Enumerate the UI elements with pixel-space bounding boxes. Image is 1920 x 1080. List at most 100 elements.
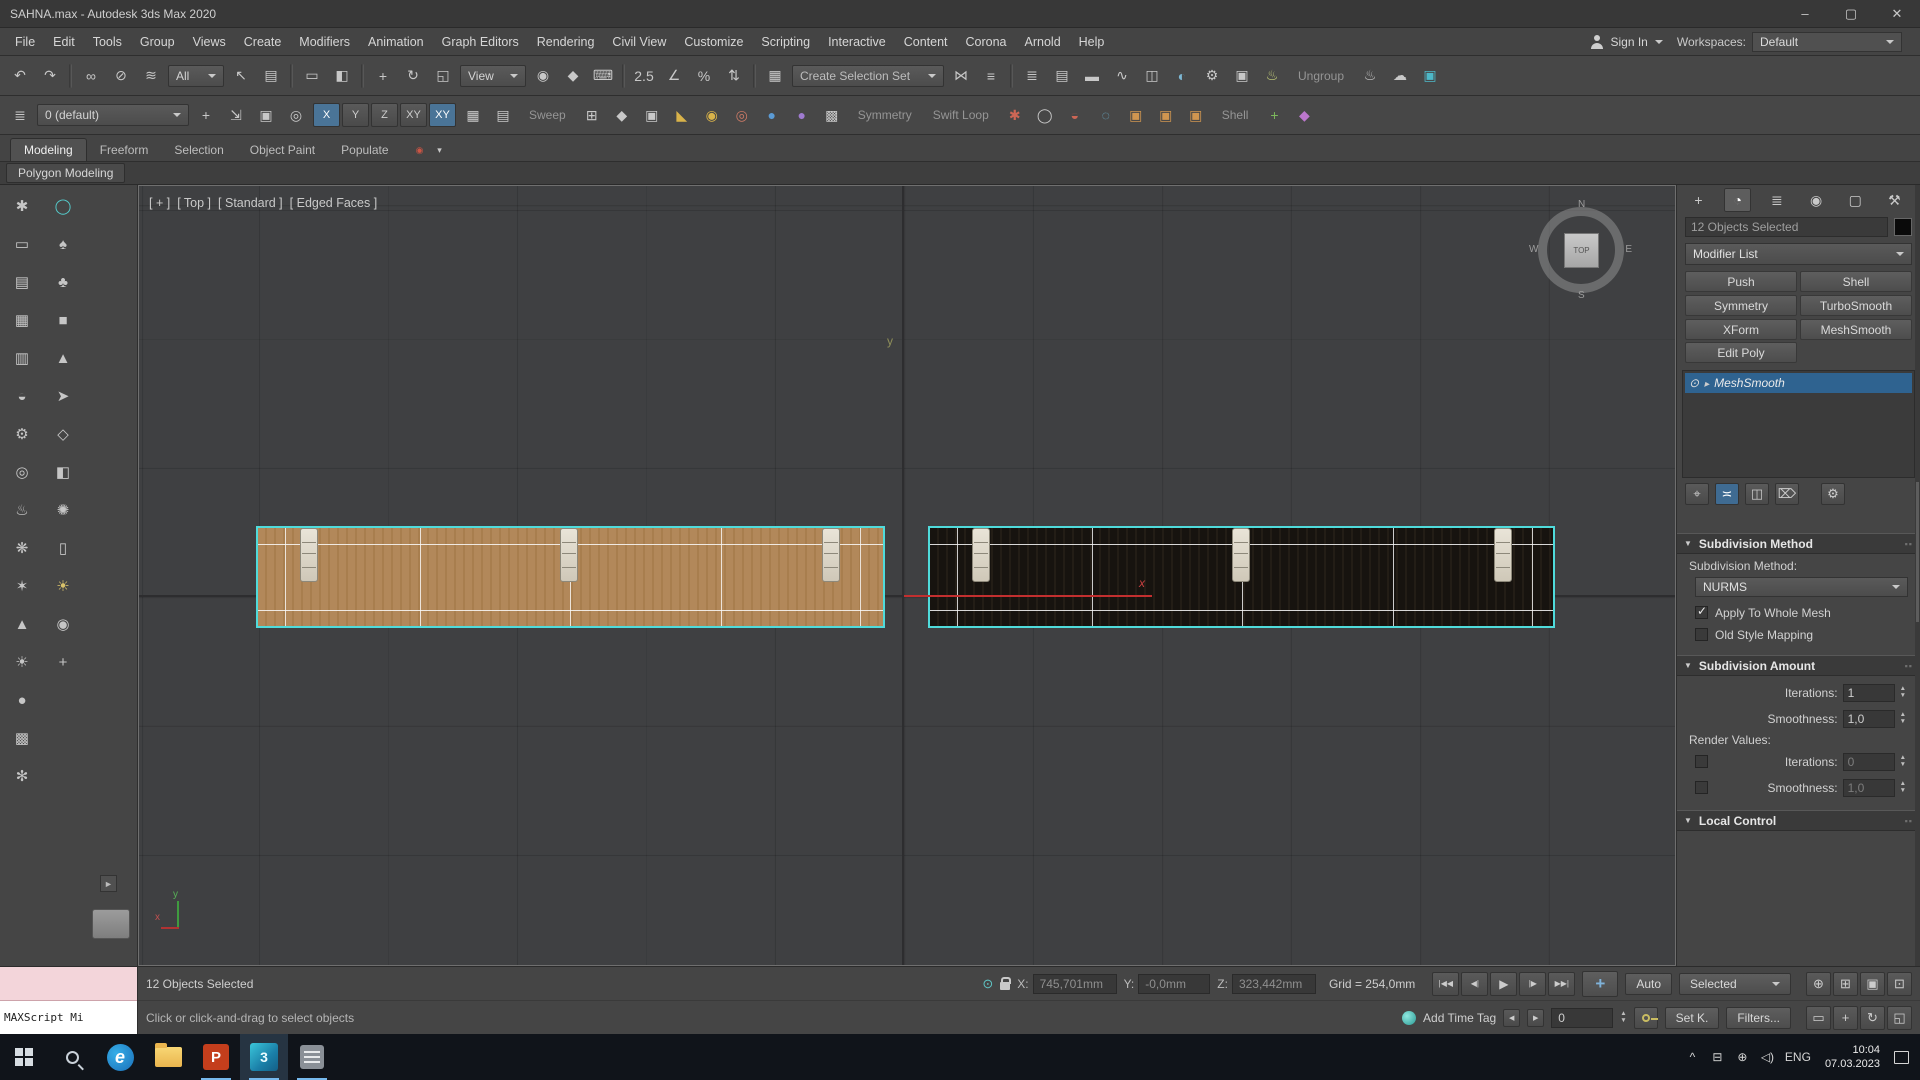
key-filters-button[interactable]: Filters... <box>1726 1006 1791 1029</box>
add-selection-to-layer-icon[interactable]: ⇲ <box>222 101 250 129</box>
taskbar-app-explorer[interactable] <box>144 1034 192 1080</box>
search-button[interactable] <box>48 1034 96 1080</box>
ribbon-caret-icon[interactable]: ▾ <box>432 143 448 157</box>
spinner-arrows[interactable]: ▲ ▼ <box>1900 711 1906 725</box>
lamp-icon[interactable]: ☀ <box>48 571 78 601</box>
schematic-view-icon[interactable]: ◫ <box>1138 62 1166 90</box>
select-object-icon[interactable]: ↖ <box>227 62 255 90</box>
polygon-modeling-tab[interactable]: Polygon Modeling <box>6 163 126 183</box>
menu-item[interactable]: Scripting <box>752 28 819 55</box>
cube-icon[interactable]: ◧ <box>48 457 78 487</box>
set-keys-button[interactable]: + <box>1582 970 1619 997</box>
pan-icon[interactable]: + <box>1833 1005 1858 1030</box>
material-swatch[interactable] <box>92 909 130 939</box>
material-editor-icon[interactable]: ◐ <box>1168 62 1196 90</box>
menu-item[interactable]: Create <box>235 28 291 55</box>
close-button[interactable]: ✕ <box>1874 0 1920 27</box>
layer-explorer-icon[interactable]: ▤ <box>1048 62 1076 90</box>
select-objects-in-layer-icon[interactable]: ▣ <box>252 101 280 129</box>
spinner-snap-icon[interactable]: ⇅ <box>720 62 748 90</box>
lathe-icon[interactable]: ◒ <box>7 381 37 411</box>
named-selection-set-dropdown[interactable]: Create Selection Set <box>792 64 944 87</box>
purple-sphere-icon[interactable]: ● <box>788 101 816 129</box>
ribbon-tab[interactable]: Freeform <box>87 139 162 161</box>
render-iterative-icon[interactable]: ♨ <box>1356 62 1384 90</box>
torus-icon[interactable]: ◎ <box>7 457 37 487</box>
foliage-icon[interactable]: ♣ <box>48 267 78 297</box>
scene-explorer-icon[interactable]: ≣ <box>1018 62 1046 90</box>
ribbon-tab[interactable]: Selection <box>161 139 236 161</box>
modifier-list-dropdown[interactable]: Modifier List <box>1685 243 1912 265</box>
teapot-icon[interactable]: ♨ <box>7 495 37 525</box>
notification-button[interactable] <box>1889 1034 1914 1080</box>
use-pivot-center-icon[interactable]: ◉ <box>529 62 557 90</box>
circle-gizmo-icon[interactable]: ◯ <box>48 191 78 221</box>
soft-selection-icon[interactable]: ◌ <box>1092 101 1120 129</box>
auto-key-button[interactable]: Auto <box>1625 972 1672 995</box>
selection-lock-icon[interactable] <box>1000 977 1012 990</box>
bevel-icon[interactable]: ◆ <box>608 101 636 129</box>
modifier-button[interactable]: Shell <box>1800 271 1912 292</box>
previous-frame-button[interactable]: ◀| <box>1461 971 1489 996</box>
transform-gizmo-x-axis[interactable] <box>904 595 1152 597</box>
isolate-selection-icon[interactable]: ⊙ <box>982 976 993 992</box>
old-style-mapping-checkbox[interactable]: Old Style Mapping <box>1683 625 1914 644</box>
orbit-icon[interactable]: ↻ <box>1860 1005 1885 1030</box>
checkbox-box[interactable] <box>1695 755 1708 768</box>
menu-item[interactable]: Help <box>1070 28 1114 55</box>
select-and-link-icon[interactable]: ∞ <box>77 62 105 90</box>
clock[interactable]: 10:04 07.03.2023 <box>1816 1043 1889 1071</box>
symmetry-label[interactable]: Symmetry <box>849 108 921 122</box>
menu-item[interactable]: Animation <box>359 28 433 55</box>
panel-scrollbar[interactable] <box>1915 185 1920 966</box>
menu-item[interactable]: File <box>6 28 44 55</box>
viewport-label-segment[interactable]: [ Standard ] <box>218 196 283 210</box>
snowflake-icon[interactable]: ✻ <box>7 761 37 791</box>
panel-icon[interactable]: ▯ <box>48 533 78 563</box>
create-layer-icon[interactable]: + <box>192 101 220 129</box>
redo-icon[interactable]: ↷ <box>36 62 64 90</box>
inset-icon[interactable]: ▣ <box>638 101 666 129</box>
volume-icon[interactable]: ◁) <box>1755 1034 1780 1080</box>
menu-item[interactable]: Customize <box>675 28 752 55</box>
next-frame-button[interactable]: |▶ <box>1519 971 1547 996</box>
grid-icon[interactable]: ▦ <box>7 305 37 335</box>
modifier-stack-icon[interactable]: ≣ <box>6 101 34 129</box>
maxscript-listener-row[interactable]: MAXScript Mi <box>0 1001 137 1034</box>
current-frame-field[interactable]: 0 <box>1551 1007 1614 1028</box>
menu-item[interactable]: Views <box>184 28 235 55</box>
helper-icon[interactable]: + <box>48 647 78 677</box>
hierarchy-tab-icon[interactable]: ≣ <box>1763 188 1790 212</box>
mirror-icon[interactable]: ⋈ <box>947 62 975 90</box>
menu-item[interactable]: Content <box>895 28 957 55</box>
remove-modifier-icon[interactable]: ⌦ <box>1775 483 1799 505</box>
motion-tab-icon[interactable]: ◉ <box>1803 188 1830 212</box>
pattern-icon[interactable]: ▩ <box>7 723 37 753</box>
checkbox-box[interactable] <box>1695 604 1708 619</box>
camera-icon[interactable]: ◉ <box>48 609 78 639</box>
teal-tool-icon[interactable]: ▣ <box>1416 62 1444 90</box>
modifier-button[interactable]: XForm <box>1685 319 1797 340</box>
spinner-arrows[interactable]: ▲ ▼ <box>1900 685 1906 699</box>
taskbar-app-notes[interactable] <box>288 1034 336 1080</box>
minimize-button[interactable]: – <box>1782 0 1828 27</box>
ribbon-toggle-icon[interactable]: ▬ <box>1078 62 1106 90</box>
pyramid-icon[interactable]: ▲ <box>48 343 78 373</box>
zoom-icon[interactable]: ⊕ <box>1806 971 1831 996</box>
dock-flyout-button[interactable]: ► <box>100 875 117 892</box>
cloud-render-icon[interactable]: ☁ <box>1386 62 1414 90</box>
menu-item[interactable]: Tools <box>84 28 131 55</box>
sun-icon[interactable]: ☀ <box>7 647 37 677</box>
bind-to-space-warp-icon[interactable]: ≋ <box>137 62 165 90</box>
zoom-all-icon[interactable]: ⊞ <box>1833 971 1858 996</box>
display-tab-icon[interactable]: ▢ <box>1842 188 1869 212</box>
spinner-arrows[interactable]: ▲ ▼ <box>1900 754 1906 768</box>
attach-icon[interactable]: ▣ <box>1182 101 1210 129</box>
cylinder-icon[interactable]: ▥ <box>7 343 37 373</box>
detach-icon[interactable]: ▣ <box>1152 101 1180 129</box>
menu-item[interactable]: Rendering <box>528 28 604 55</box>
viewcube-east[interactable]: E <box>1625 244 1632 255</box>
apply-to-whole-mesh-checkbox[interactable]: Apply To Whole Mesh <box>1683 603 1914 622</box>
play-button[interactable]: ▶ <box>1490 971 1518 996</box>
frame-spinner-arrows[interactable]: ▲ ▼ <box>1620 1010 1626 1024</box>
